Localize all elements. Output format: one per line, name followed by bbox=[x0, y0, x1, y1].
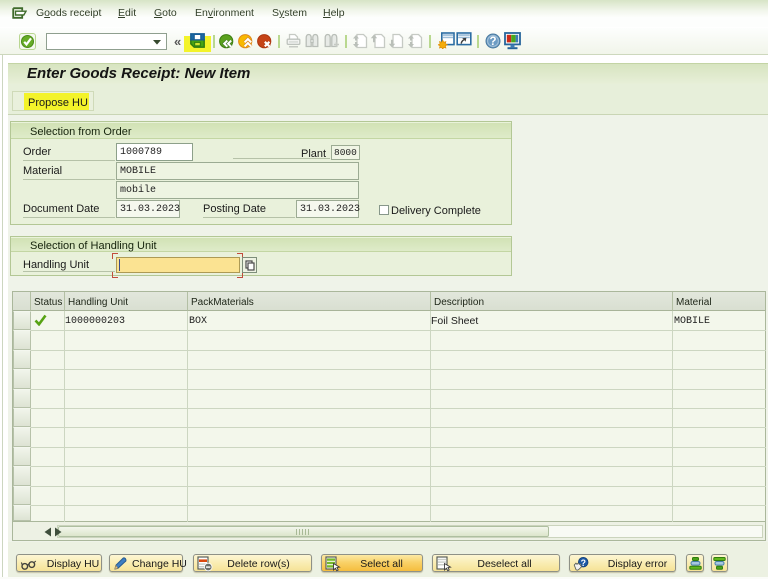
svg-text:?: ? bbox=[489, 36, 496, 48]
